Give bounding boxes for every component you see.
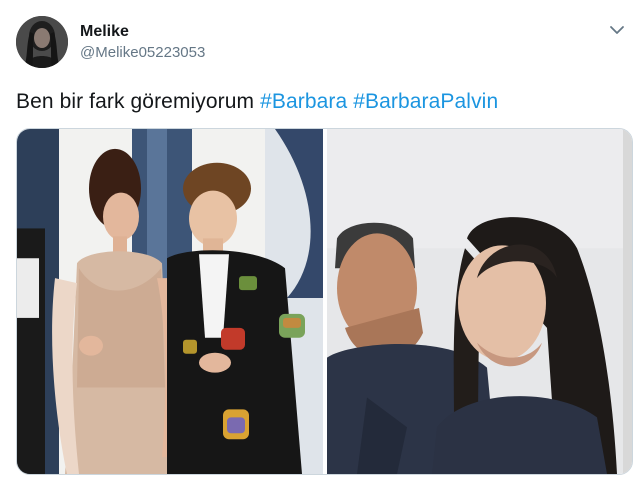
user-avatar-image [16, 16, 68, 68]
tweet-media[interactable] [16, 128, 633, 475]
tweet-card: Melike @Melike05223053 Ben bir fark göre… [0, 0, 635, 483]
avatar[interactable] [16, 16, 68, 68]
hashtag-barbarapalvin[interactable]: #BarbaraPalvin [353, 90, 498, 113]
tweet-text: Ben bir fark göremiyorum #Barbara #Barba… [16, 90, 498, 114]
chevron-down-icon[interactable] [605, 20, 629, 40]
author-handle[interactable]: @Melike05223053 [80, 44, 205, 61]
hashtag-barbara[interactable]: #Barbara [260, 90, 347, 113]
tweet-text-plain: Ben bir fark göremiyorum [16, 90, 261, 113]
author-name[interactable]: Melike [80, 23, 129, 41]
photo-red-carpet-couple[interactable] [17, 129, 323, 474]
photo-selfie-couple[interactable] [327, 129, 632, 474]
